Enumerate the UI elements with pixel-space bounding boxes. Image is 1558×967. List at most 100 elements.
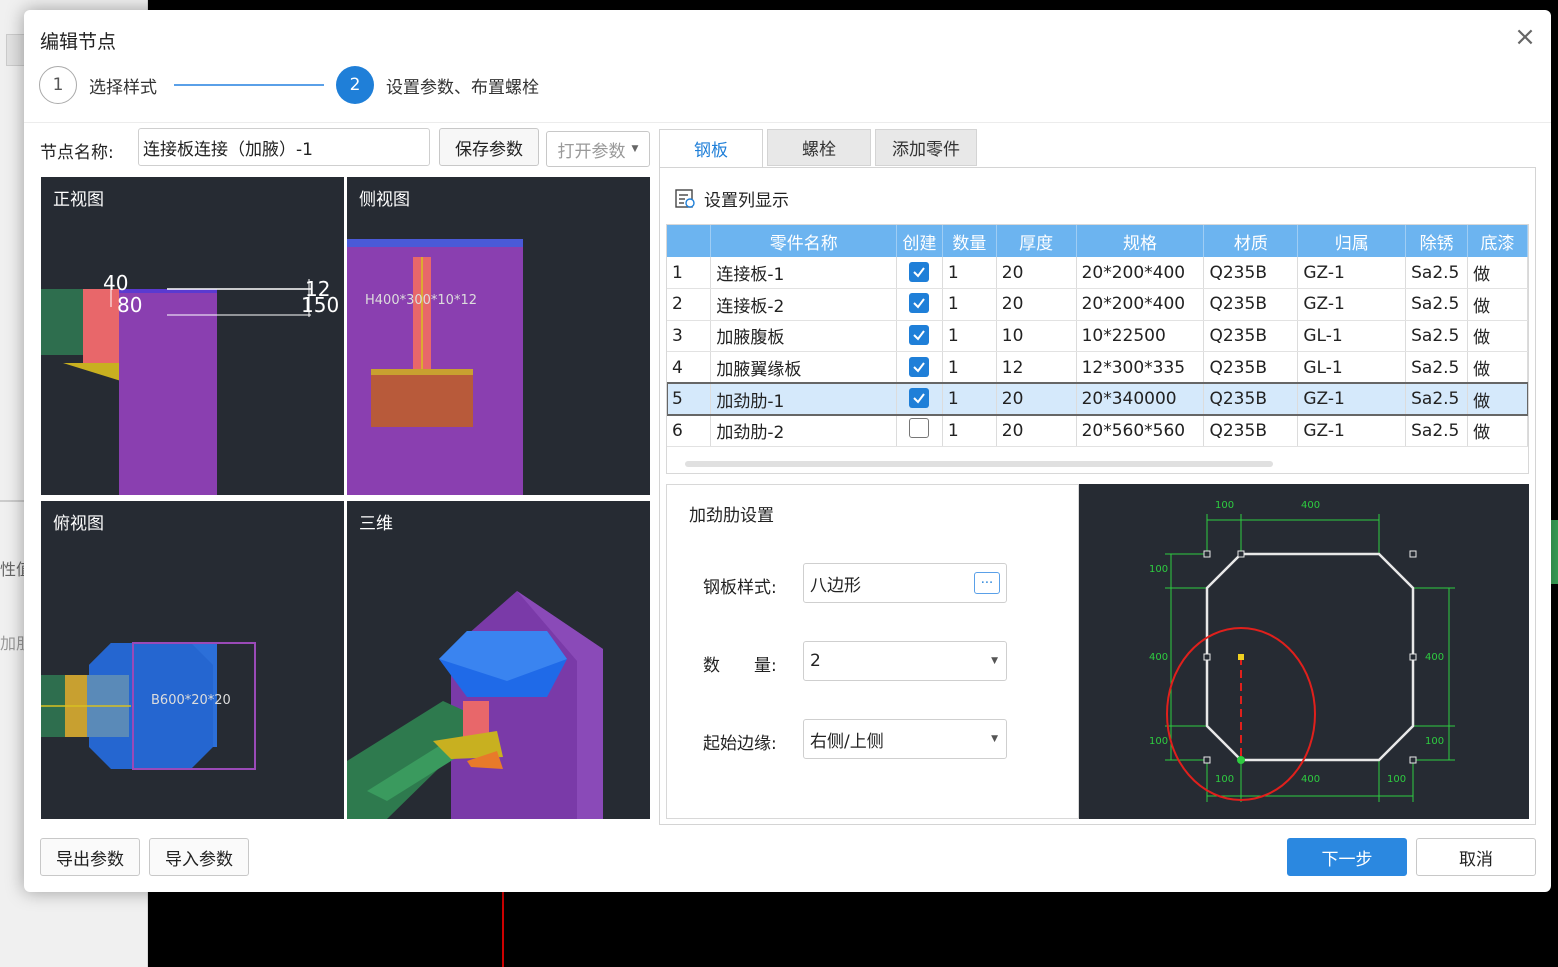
owner-cell[interactable]: GZ-1 — [1297, 288, 1407, 321]
specification-cell[interactable]: 10*22500 — [1076, 320, 1205, 353]
next-step-button[interactable]: 下一步 — [1287, 838, 1407, 876]
row-index-cell[interactable]: 3 — [667, 320, 712, 353]
open-parameters-dropdown[interactable]: 打开参数 ▼ — [546, 131, 650, 167]
thickness-cell[interactable]: 20 — [996, 257, 1077, 290]
table-row[interactable]: 5 加劲肋-1 1 20 20*340000 Q235B GZ-1 Sa2.5 做 — [667, 382, 1528, 416]
column-header[interactable]: 零件名称 — [710, 225, 898, 257]
rust-removal-cell[interactable]: Sa2.5 — [1405, 383, 1469, 416]
specification-cell[interactable]: 12*300*335 — [1076, 351, 1205, 384]
material-cell[interactable]: Q235B — [1203, 414, 1299, 448]
thickness-cell[interactable]: 20 — [996, 383, 1077, 416]
row-index-cell[interactable]: 6 — [667, 414, 712, 448]
create-checkbox[interactable] — [909, 261, 930, 282]
3d-view[interactable]: 三维 — [347, 501, 650, 819]
part-name-cell[interactable]: 加劲肋-1 — [710, 383, 898, 416]
step-set-parameters[interactable]: 2 设置参数、布置螺栓 — [336, 66, 539, 104]
column-header[interactable]: 数量 — [942, 225, 997, 257]
save-parameters-button[interactable]: 保存参数 — [439, 128, 539, 166]
rust-removal-cell[interactable]: Sa2.5 — [1405, 257, 1469, 290]
tab-add-part[interactable]: 添加零件 — [875, 129, 977, 166]
column-header[interactable]: 厚度 — [996, 225, 1077, 257]
front-view[interactable]: 正视图 40 80 12 150 — [41, 177, 344, 495]
column-header[interactable]: 除锈 — [1405, 225, 1469, 257]
material-cell[interactable]: Q235B — [1203, 351, 1299, 384]
specification-cell[interactable]: 20*560*560 — [1076, 414, 1205, 448]
export-parameters-button[interactable]: 导出参数 — [40, 838, 140, 876]
import-parameters-button[interactable]: 导入参数 — [149, 838, 249, 876]
plate-style-field[interactable]: 八边形 ··· — [803, 563, 1007, 603]
quantity-cell[interactable]: 1 — [942, 383, 997, 416]
horizontal-scrollbar[interactable] — [685, 461, 1273, 467]
table-row[interactable]: 2 连接板-2 1 20 20*200*400 Q235B GZ-1 Sa2.5 做 — [667, 288, 1528, 321]
primer-cell[interactable]: 做 — [1467, 414, 1528, 448]
table-row[interactable]: 4 加腋翼缘板 1 12 12*300*335 Q235B GL-1 Sa2.5 做 — [667, 351, 1528, 384]
more-options-icon[interactable]: ··· — [974, 572, 1000, 594]
primer-cell[interactable]: 做 — [1467, 288, 1528, 321]
material-cell[interactable]: Q235B — [1203, 288, 1299, 321]
side-view[interactable]: 侧视图 H400*300*10*12 — [347, 177, 650, 495]
column-header[interactable]: 材质 — [1203, 225, 1299, 257]
quantity-cell[interactable]: 1 — [942, 288, 997, 321]
table-row[interactable]: 1 连接板-1 1 20 20*200*400 Q235B GZ-1 Sa2.5 做 — [667, 257, 1528, 290]
primer-cell[interactable]: 做 — [1467, 351, 1528, 384]
cancel-button[interactable]: 取消 — [1416, 838, 1536, 876]
node-name-input[interactable] — [138, 128, 430, 166]
step-select-style[interactable]: 1 选择样式 — [39, 66, 157, 104]
row-index-cell[interactable]: 5 — [667, 383, 712, 416]
column-settings-button[interactable]: 设置列显示 — [674, 186, 789, 211]
primer-cell[interactable]: 做 — [1467, 257, 1528, 290]
thickness-cell[interactable]: 20 — [996, 288, 1077, 321]
close-icon[interactable]: × — [1513, 24, 1537, 50]
row-index-cell[interactable]: 4 — [667, 351, 712, 384]
quantity-select[interactable]: 2 ▼ — [803, 641, 1007, 681]
row-index-cell[interactable]: 1 — [667, 257, 712, 290]
column-header[interactable]: 规格 — [1076, 225, 1205, 257]
primer-cell[interactable]: 做 — [1467, 320, 1528, 353]
create-checkbox[interactable] — [909, 293, 930, 314]
part-name-cell[interactable]: 加劲肋-2 — [710, 414, 898, 448]
table-row[interactable]: 6 加劲肋-2 1 20 20*560*560 Q235B GZ-1 Sa2.5 做 — [667, 414, 1528, 448]
create-checkbox[interactable] — [909, 324, 930, 345]
primer-cell[interactable]: 做 — [1467, 383, 1528, 416]
material-cell[interactable]: Q235B — [1203, 383, 1299, 416]
quantity-cell[interactable]: 1 — [942, 257, 997, 290]
part-name-cell[interactable]: 连接板-2 — [710, 288, 898, 321]
column-header[interactable] — [667, 225, 712, 257]
owner-cell[interactable]: GZ-1 — [1297, 414, 1407, 448]
row-index-cell[interactable]: 2 — [667, 288, 712, 321]
owner-cell[interactable]: GL-1 — [1297, 320, 1407, 353]
tab-bolts[interactable]: 螺栓 — [767, 129, 871, 166]
rust-removal-cell[interactable]: Sa2.5 — [1405, 288, 1469, 321]
create-checkbox[interactable] — [909, 356, 930, 377]
create-checkbox[interactable] — [909, 418, 930, 439]
start-edge-select[interactable]: 右侧/上侧 ▼ — [803, 719, 1007, 759]
rust-removal-cell[interactable]: Sa2.5 — [1405, 414, 1469, 448]
quantity-cell[interactable]: 1 — [942, 414, 997, 448]
owner-cell[interactable]: GZ-1 — [1297, 257, 1407, 290]
quantity-cell[interactable]: 1 — [942, 351, 997, 384]
rust-removal-cell[interactable]: Sa2.5 — [1405, 351, 1469, 384]
owner-cell[interactable]: GZ-1 — [1297, 383, 1407, 416]
part-name-cell[interactable]: 加腋翼缘板 — [710, 351, 898, 384]
part-name-cell[interactable]: 连接板-1 — [710, 257, 898, 290]
thickness-cell[interactable]: 12 — [996, 351, 1077, 384]
thickness-cell[interactable]: 20 — [996, 414, 1077, 448]
owner-cell[interactable]: GL-1 — [1297, 351, 1407, 384]
column-header[interactable]: 底漆 — [1467, 225, 1528, 257]
create-checkbox[interactable] — [909, 388, 930, 409]
part-name-cell[interactable]: 加腋腹板 — [710, 320, 898, 353]
material-cell[interactable]: Q235B — [1203, 320, 1299, 353]
tab-steel-plate[interactable]: 钢板 — [659, 129, 763, 168]
specification-cell[interactable]: 20*200*400 — [1076, 257, 1205, 290]
table-row[interactable]: 3 加腋腹板 1 10 10*22500 Q235B GL-1 Sa2.5 做 — [667, 320, 1528, 353]
specification-cell[interactable]: 20*340000 — [1076, 383, 1205, 416]
column-header[interactable]: 创建 — [896, 225, 943, 257]
quantity-cell[interactable]: 1 — [942, 320, 997, 353]
top-view[interactable]: 俯视图 B600*20*20 — [41, 501, 344, 819]
rust-removal-cell[interactable]: Sa2.5 — [1405, 320, 1469, 353]
specification-cell[interactable]: 20*200*400 — [1076, 288, 1205, 321]
column-header[interactable]: 归属 — [1297, 225, 1407, 257]
thickness-cell[interactable]: 10 — [996, 320, 1077, 353]
material-cell[interactable]: Q235B — [1203, 257, 1299, 290]
stiffener-preview[interactable]: 100 400 100 400 100 400 100 100 400 100 — [1079, 484, 1529, 819]
